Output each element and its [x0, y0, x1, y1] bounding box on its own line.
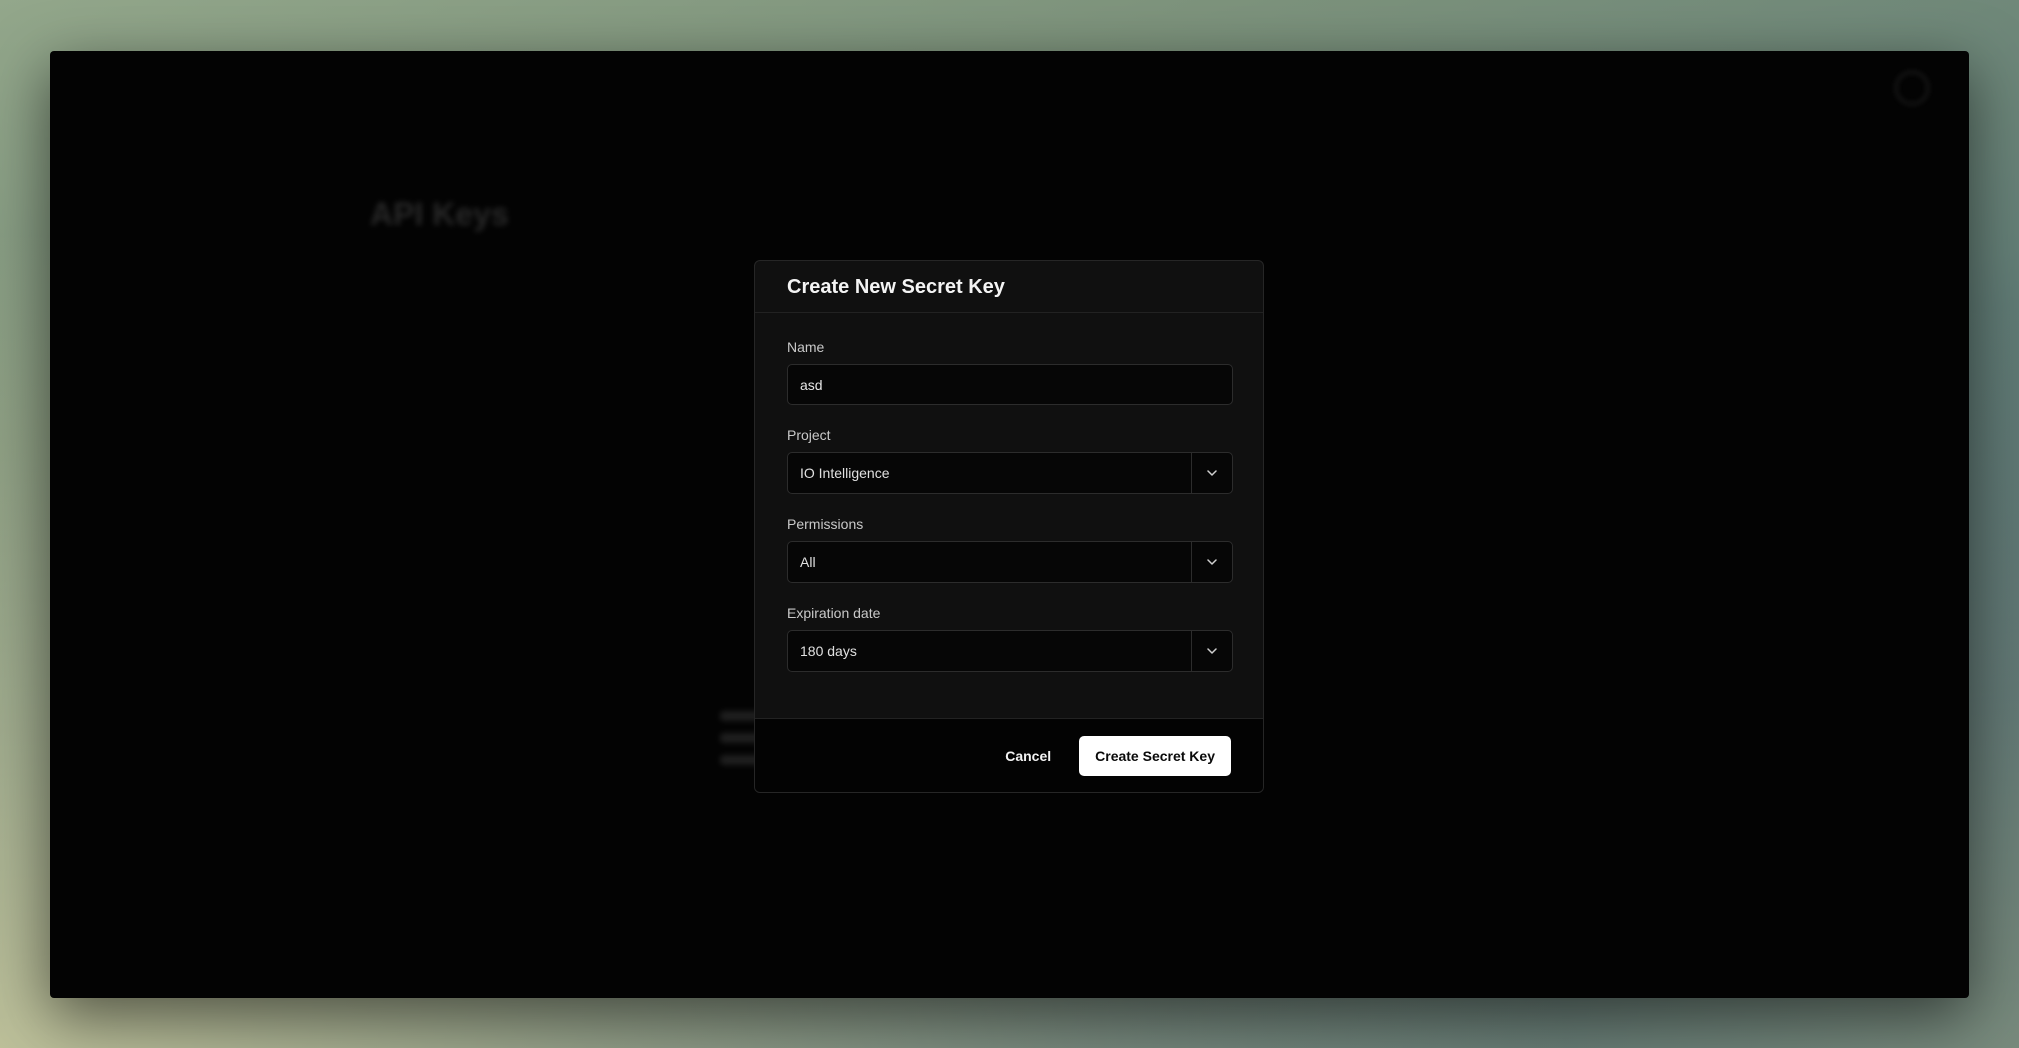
name-label: Name: [787, 339, 825, 355]
permissions-field: Permissions All: [787, 516, 1233, 583]
create-secret-key-dialog: Create New Secret Key Name Project IO In…: [754, 260, 1264, 793]
dialog-header: Create New Secret Key: [755, 261, 1263, 313]
permissions-select-toggle[interactable]: [1191, 542, 1232, 582]
name-input[interactable]: [787, 364, 1233, 405]
page-title: API Keys: [370, 196, 509, 232]
expiration-select-value: 180 days: [800, 643, 857, 659]
permissions-select[interactable]: All: [787, 541, 1233, 583]
chevron-down-icon: [1207, 470, 1217, 476]
name-field: Name: [787, 339, 1233, 405]
top-links: [1895, 71, 1929, 105]
avatar: [1895, 71, 1929, 105]
dialog-body: Name Project IO Intelligence Permissions: [755, 313, 1263, 672]
expiration-field: Expiration date 180 days: [787, 605, 1233, 672]
top-bar: [50, 51, 1969, 111]
chevron-down-icon: [1207, 648, 1217, 654]
dialog-title: Create New Secret Key: [787, 276, 1005, 298]
project-field: Project IO Intelligence: [787, 427, 1233, 494]
expiration-select-toggle[interactable]: [1191, 631, 1232, 671]
permissions-label: Permissions: [787, 516, 864, 532]
project-label: Project: [787, 427, 831, 443]
create-secret-key-button[interactable]: Create Secret Key: [1079, 735, 1231, 776]
dialog-footer: Cancel Create Secret Key: [755, 718, 1263, 792]
project-select[interactable]: IO Intelligence: [787, 452, 1233, 494]
chevron-down-icon: [1207, 559, 1217, 565]
expiration-select[interactable]: 180 days: [787, 630, 1233, 672]
project-select-value: IO Intelligence: [800, 465, 890, 481]
expiration-label: Expiration date: [787, 605, 881, 621]
app-window: API Keys Create New Secret Key Name Proj…: [50, 51, 1969, 998]
project-select-toggle[interactable]: [1191, 453, 1232, 493]
permissions-select-value: All: [800, 554, 816, 570]
cancel-button[interactable]: Cancel: [989, 738, 1067, 774]
